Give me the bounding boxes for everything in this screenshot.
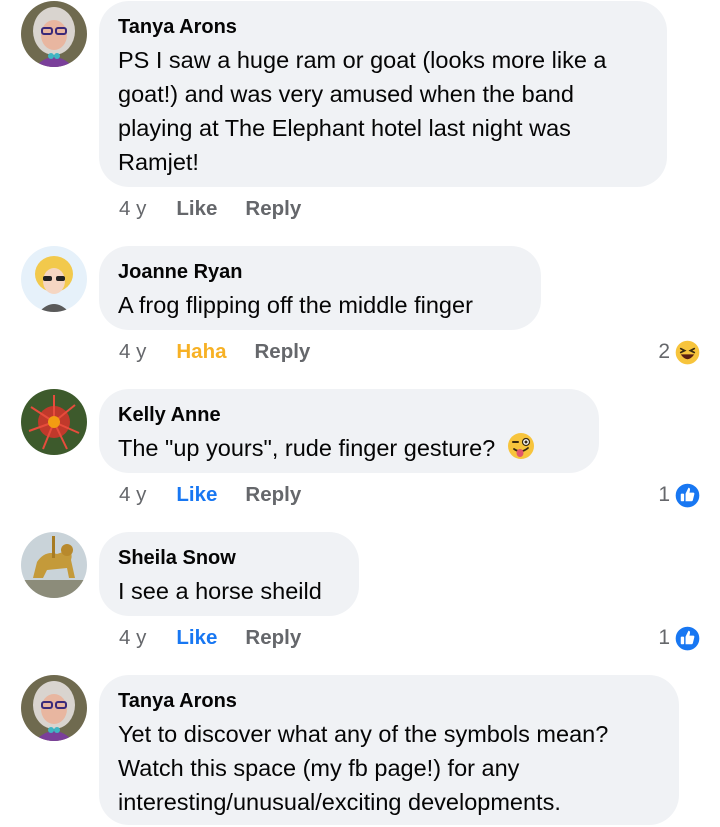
comment-bubble: Joanne Ryan A frog flipping off the midd… xyxy=(99,246,541,330)
reaction-summary[interactable]: 1 xyxy=(658,480,701,510)
avatar[interactable] xyxy=(21,1,87,67)
reaction-summary[interactable]: 1 xyxy=(658,623,701,653)
comment-author[interactable]: Sheila Snow xyxy=(118,546,339,570)
comment-timestamp[interactable]: 4 y xyxy=(119,340,146,364)
reply-button[interactable]: Reply xyxy=(245,197,301,221)
comment-timestamp[interactable]: 4 y xyxy=(119,197,146,221)
comment-author[interactable]: Tanya Arons xyxy=(118,15,647,39)
comment-author[interactable]: Kelly Anne xyxy=(118,403,579,427)
like-button[interactable]: Like xyxy=(176,483,217,507)
comment-actions: 4 y Haha Reply xyxy=(119,339,338,365)
golden-lion-statue-avatar-icon xyxy=(21,532,87,598)
comment-line: PS I saw a huge ram or goat (looks more … xyxy=(118,47,607,73)
comment-author[interactable]: Tanya Arons xyxy=(118,689,659,713)
comment-line: Ramjet! xyxy=(118,149,199,175)
reaction-count: 1 xyxy=(658,626,670,649)
comment-text: I see a horse sheild xyxy=(118,574,339,608)
reply-button[interactable]: Reply xyxy=(245,483,301,507)
comment-author[interactable]: Joanne Ryan xyxy=(118,260,521,284)
like-thumb-icon xyxy=(674,481,701,509)
reply-button[interactable]: Reply xyxy=(245,626,301,650)
comment-actions: 4 y Like Reply xyxy=(119,625,329,651)
like-button[interactable]: Like xyxy=(176,197,217,221)
reaction-summary[interactable]: 2 xyxy=(658,337,701,367)
comment-line: A frog flipping off the middle finger xyxy=(118,292,473,318)
comment-timestamp[interactable]: 4 y xyxy=(119,626,146,650)
comment-actions: 4 y Like Reply xyxy=(119,196,329,222)
comment-text: Yet to discover what any of the symbols … xyxy=(118,717,659,819)
comment-line: interesting/unusual/exciting development… xyxy=(118,789,561,815)
avatar[interactable] xyxy=(21,246,87,312)
comment-bubble: Tanya Arons PS I saw a huge ram or goat … xyxy=(99,1,667,187)
haha-reaction-button[interactable]: Haha xyxy=(176,340,226,364)
comment-line: goat!) and was very amused when the band xyxy=(118,81,574,107)
woman-glasses-avatar-icon xyxy=(21,675,87,741)
woman-glasses-avatar-icon xyxy=(21,1,87,67)
comment-line: The "up yours", rude finger gesture? xyxy=(118,435,496,461)
comment-text: The "up yours", rude finger gesture? xyxy=(118,431,579,465)
reply-button[interactable]: Reply xyxy=(255,340,311,364)
comment-line: I see a horse sheild xyxy=(118,578,322,604)
comment-line: Yet to discover what any of the symbols … xyxy=(118,721,609,747)
cartoon-woman-avatar-icon xyxy=(21,246,87,312)
reaction-count: 1 xyxy=(658,483,670,506)
comment-bubble: Kelly Anne The "up yours", rude finger g… xyxy=(99,389,599,473)
comment-bubble: Tanya Arons Yet to discover what any of … xyxy=(99,675,679,825)
reaction-count: 2 xyxy=(658,340,670,363)
haha-emoji-icon xyxy=(674,338,701,366)
comment-timestamp[interactable]: 4 y xyxy=(119,483,146,507)
comment-actions: 4 y Like Reply xyxy=(119,482,329,508)
comment-line: playing at The Elephant hotel last night… xyxy=(118,115,571,141)
comment-bubble: Sheila Snow I see a horse sheild xyxy=(99,532,359,616)
avatar[interactable] xyxy=(21,532,87,598)
like-button[interactable]: Like xyxy=(176,626,217,650)
avatar[interactable] xyxy=(21,389,87,455)
red-flower-avatar-icon xyxy=(21,389,87,455)
comment-text: A frog flipping off the middle finger xyxy=(118,288,521,322)
comment-text: PS I saw a huge ram or goat (looks more … xyxy=(118,43,647,179)
avatar[interactable] xyxy=(21,675,87,741)
winking-tongue-emoji-icon xyxy=(507,433,534,459)
like-thumb-icon xyxy=(674,624,701,652)
comment-line: Watch this space (my fb page!) for any xyxy=(118,755,520,781)
